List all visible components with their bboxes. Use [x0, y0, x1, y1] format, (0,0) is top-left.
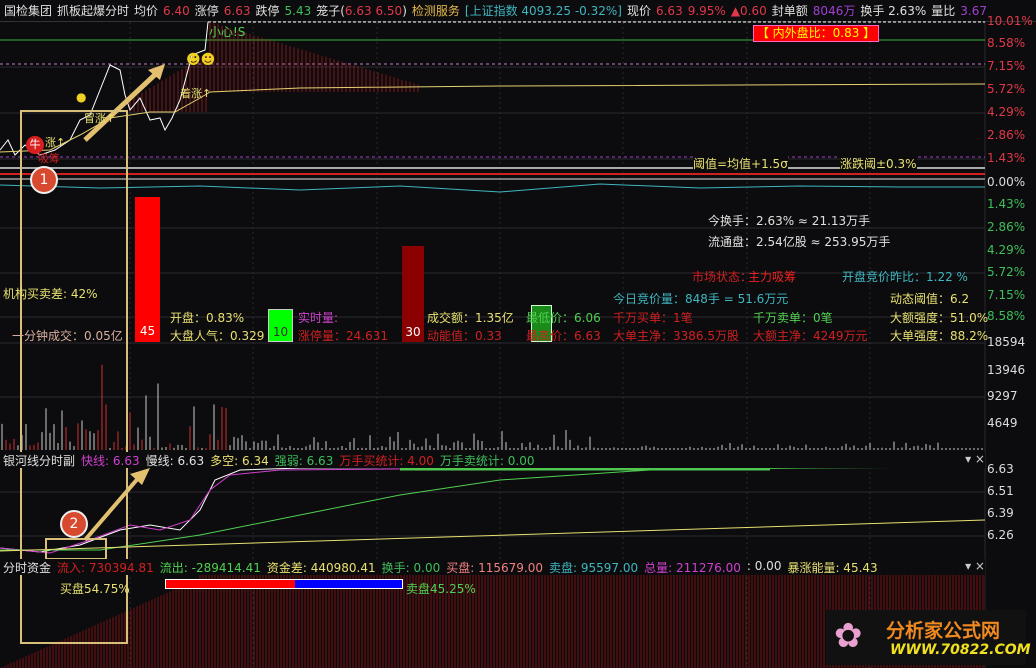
fast-line: 快线: 6.63 [81, 454, 140, 468]
volume-axis-label: 18594 [987, 335, 1026, 349]
smiley-icon: ☻☻ [186, 52, 216, 68]
signal-label: 冒涨↑ [84, 112, 116, 125]
bar-value: 10 [272, 325, 289, 339]
popularity: 大盘人气：0.329 [170, 329, 265, 343]
order-strength: 大单强度：88.2% [890, 329, 989, 343]
dynamic-threshold: 动态阈值：6.2 [890, 292, 970, 306]
threshold-label: 阈值=均值+1.5σ [693, 155, 788, 172]
sell-stat: 万手卖统计: 0.00 [439, 454, 535, 468]
volume-axis-label: 4649 [987, 416, 1018, 430]
watermark-name: 分析家公式网 [886, 620, 1001, 642]
sell-volume: 卖盘: 95597.00 [548, 561, 639, 575]
momentum: 动能值：0.33 [427, 329, 502, 343]
outflow: 流出: -289414.41 [159, 561, 261, 575]
price-axis-label: 4.29% [987, 243, 1026, 257]
indicator-axis-label: 6.63 [987, 462, 1014, 476]
highlight-box-2 [45, 538, 107, 560]
signal-label: 涨↑ [45, 136, 66, 149]
indicator-title-bar: 银河线分时副 快线: 6.63 慢线: 6.63 多空: 6.34 强弱: 6.… [0, 452, 985, 468]
collapse-icon[interactable]: ▾ × [965, 452, 985, 468]
price-axis-label: 0.00% [987, 175, 1026, 189]
money-bag-icon: ● [76, 90, 87, 104]
collapse-icon[interactable]: ▾ × [965, 559, 985, 575]
caution-label: 小心!S [209, 25, 246, 39]
stat-turnover: 今换手：2.63% ≈ 21.13万手 [708, 214, 871, 228]
bar-10: 10 [268, 309, 293, 342]
bar-45: 45 [135, 197, 160, 342]
bar-30: 30 [402, 246, 424, 342]
buy-pct: 买盘54.75% [60, 582, 130, 596]
buy-stat: 万手买统计: 4.00 [339, 454, 434, 468]
price-axis-label: 5.72% [987, 265, 1026, 279]
indicator-axis-label: 6.51 [987, 484, 1014, 498]
price-axis-label: 7.15% [987, 288, 1026, 302]
stat-float: 流通盘：2.54亿股 ≈ 253.95万手 [708, 235, 891, 249]
inst-diff: 机构买卖差: 42% [3, 287, 98, 301]
big-sell: 千万卖单：0笔 [753, 311, 833, 325]
big-buy: 千万买单：1笔 [613, 311, 693, 325]
slow-line: 慢线: 6.63 [145, 454, 205, 468]
fund-turnover: 换手: 0.00 [381, 561, 441, 575]
volume-axis-label: 9297 [987, 389, 1018, 403]
realtime-label: 实时量: [298, 311, 339, 325]
flower-icon: ✿ [834, 616, 863, 656]
minute-volume: 一分钟成交：0.05亿 [12, 329, 123, 343]
funds-title-bar: 分时资金 流入: 730394.81 流出: -289414.41 资金差: 4… [0, 559, 985, 575]
price-axis-label: 1.43% [987, 151, 1026, 165]
market-state-label: 市场状态： [692, 270, 753, 284]
fund-diff: 资金差: 440980.41 [266, 561, 376, 575]
watermark-url: WWW.70822.COM [890, 642, 1031, 658]
price-axis-label: 8.58% [987, 36, 1026, 50]
buy-volume: 买盘: 115679.00 [446, 561, 543, 575]
bar-value: 30 [405, 325, 421, 339]
limitup-volume: 涨停量：24.631 [298, 329, 388, 343]
amount: 成交额：1.35亿 [427, 311, 514, 325]
indicator-title[interactable]: 银河线分时副 [3, 452, 75, 468]
market-state: 主力吸筹 [748, 270, 797, 284]
price-axis-label: 7.15% [987, 59, 1026, 73]
price-axis-label: 10.01% [987, 14, 1033, 28]
price-axis-label: 2.86% [987, 128, 1026, 142]
funds-title[interactable]: 分时资金 [3, 559, 51, 575]
amount-net: 大额主净：4249万元 [753, 329, 868, 343]
indicator-axis-label: 6.26 [987, 528, 1014, 542]
marker-1: 1 [30, 166, 58, 194]
low-price: 最低价：6.06 [526, 311, 601, 325]
price-axis-label: 4.29% [987, 105, 1026, 119]
inner-outer-ratio: 【 内外盘比：0.83 】 [753, 25, 879, 42]
updown-label: 涨跌阈±0.3% [840, 155, 917, 172]
volume-axis-label: 13946 [987, 363, 1026, 377]
long-short: 多空: 6.34 [210, 454, 269, 468]
price-axis-label: 1.43% [987, 197, 1026, 211]
price-axis-label: 5.72% [987, 82, 1026, 96]
indicator-axis-label: 6.39 [987, 506, 1014, 520]
buy-sell-bar [165, 579, 403, 589]
bid-volume: 今日竞价量：848手 = 51.6万元 [613, 292, 789, 306]
surge-energy: 暴涨能量: 45.43 [787, 561, 878, 575]
strength: 强弱: 6.63 [274, 454, 334, 468]
price-axis-label: 2.86% [987, 220, 1026, 234]
amount-strength: 大额强度：51.0% [890, 311, 989, 325]
watermark-logo: ✿ 分析家公式网 WWW.70822.COM [826, 610, 1031, 665]
signal-label: 着涨↑ [180, 87, 212, 100]
open-pct: 开盘：0.83% [170, 311, 245, 325]
high-price: 最高价：6.63 [526, 329, 601, 343]
buy-fill [166, 580, 296, 588]
sell-pct: 卖盘45.25% [406, 582, 476, 596]
bar-value: 45 [139, 324, 156, 338]
open-bid-ratio: 开盘竞价昨比：1.22 % [842, 270, 968, 284]
price-axis-label: 8.58% [987, 309, 1026, 323]
blank-value: : 0.00 [746, 559, 782, 573]
signal-label: 吸筹 [38, 152, 60, 165]
total-volume: 总量: 211276.00 [644, 561, 741, 575]
big-net: 大单主净：3386.5万股 [613, 329, 739, 343]
inflow: 流入: 730394.81 [57, 561, 154, 575]
marker-2: 2 [60, 510, 88, 538]
